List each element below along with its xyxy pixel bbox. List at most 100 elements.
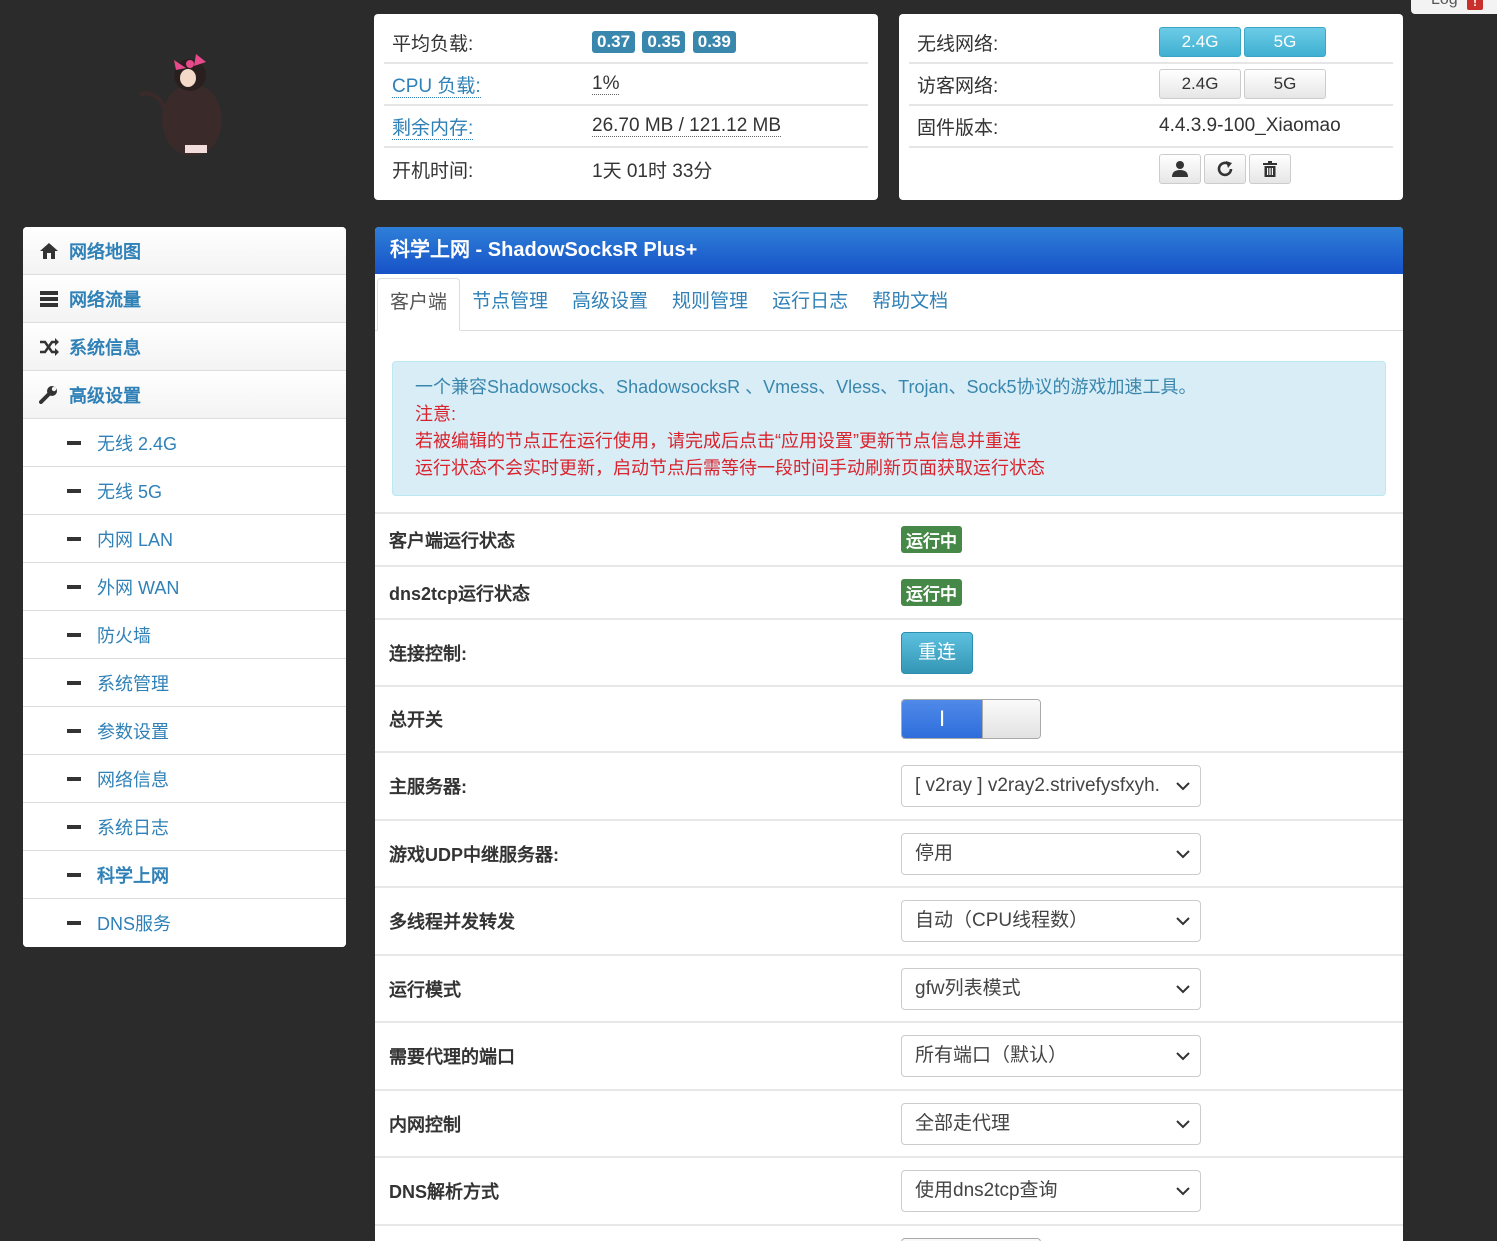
ports-label: 需要代理的端口 bbox=[389, 1047, 515, 1067]
server-icon bbox=[40, 290, 58, 307]
dash-icon bbox=[67, 728, 81, 733]
udp-value: 停用 bbox=[915, 842, 954, 864]
sidebar-item-wireless-5g[interactable]: 无线 5G bbox=[23, 467, 346, 515]
chevron-down-icon bbox=[1172, 766, 1194, 806]
ports-select[interactable]: 所有端口（默认） bbox=[901, 1035, 1201, 1077]
sidebar-item-traffic[interactable]: 网络流量 bbox=[23, 275, 346, 323]
load-15min: 0.39 bbox=[692, 31, 736, 53]
tab-rules[interactable]: 规则管理 bbox=[660, 278, 760, 331]
main-panel: 科学上网 - ShadowSocksR Plus+ 客户端 节点管理 高级设置 … bbox=[375, 227, 1403, 1241]
tab-nodes[interactable]: 节点管理 bbox=[460, 278, 560, 331]
wifi-5g-button[interactable]: 5G bbox=[1244, 27, 1326, 57]
firmware-row: 固件版本: 4.4.3.9-100_Xiaomao bbox=[909, 106, 1393, 148]
reconnect-button[interactable]: 重连 bbox=[901, 631, 973, 674]
mode-row: 运行模式 gfw列表模式 bbox=[375, 954, 1403, 1021]
tab-logs[interactable]: 运行日志 bbox=[760, 278, 860, 331]
tab-client[interactable]: 客户端 bbox=[377, 278, 461, 331]
dash-icon bbox=[67, 632, 81, 637]
memory-link[interactable]: 剩余内存: bbox=[392, 117, 474, 140]
server-row: 主服务器: [ v2ray ] v2ray2.strivefysfxyh. bbox=[375, 751, 1403, 819]
sidebar-item-label: DNS服务 bbox=[97, 914, 172, 934]
log-alert-badge: ! bbox=[1467, 0, 1483, 10]
sidebar-item-syslog[interactable]: 系统日志 bbox=[23, 803, 346, 851]
sidebar-item-label: 高级设置 bbox=[69, 385, 141, 406]
cpu-load-link[interactable]: CPU 负载: bbox=[392, 75, 481, 98]
sidebar-item-label: 网络流量 bbox=[69, 289, 141, 310]
sidebar-item-network-map[interactable]: 网络地图 bbox=[23, 227, 346, 275]
tab-advanced[interactable]: 高级设置 bbox=[560, 278, 660, 331]
chevron-down-icon bbox=[1172, 1036, 1194, 1076]
sidebar-item-advanced[interactable]: 高级设置 bbox=[23, 371, 346, 419]
cpu-row: CPU 负载: 1% bbox=[384, 64, 868, 106]
chevron-down-icon bbox=[1172, 833, 1194, 874]
guest-row: 访客网络: 2.4G 5G bbox=[909, 64, 1393, 106]
user-button[interactable] bbox=[1159, 154, 1201, 184]
dns-status-badge: 运行中 bbox=[901, 579, 962, 606]
clear-button[interactable] bbox=[1249, 154, 1291, 184]
sidebar: 网络地图 网络流量 系统信息 高级设置 无线 2.4G 无线 5G 内网 LAN… bbox=[23, 227, 346, 947]
server-label: 主服务器: bbox=[389, 777, 467, 797]
sidebar-item-lan[interactable]: 内网 LAN bbox=[23, 515, 346, 563]
lan-row: 内网控制 全部走代理 bbox=[375, 1089, 1403, 1156]
dash-icon bbox=[67, 488, 81, 493]
master-switch-toggle[interactable]: I bbox=[901, 699, 1041, 739]
log-button[interactable]: Log ! bbox=[1411, 0, 1497, 14]
sidebar-item-params[interactable]: 参数设置 bbox=[23, 707, 346, 755]
firmware-label: 固件版本: bbox=[917, 117, 999, 139]
lan-value: 全部走代理 bbox=[915, 1112, 1011, 1134]
sidebar-item-ssrplus[interactable]: 科学上网 bbox=[23, 851, 346, 899]
uptime-value: 1天 01时 33分 bbox=[592, 160, 713, 182]
chevron-down-icon bbox=[1172, 968, 1194, 1009]
ports-row: 需要代理的端口 所有端口（默认） bbox=[375, 1021, 1403, 1089]
master-switch-row: 总开关 I bbox=[375, 685, 1403, 751]
dash-icon bbox=[67, 440, 81, 445]
system-status-card: 平均负载: 0.37 0.35 0.39 CPU 负载: 1% 剩余内存: 26… bbox=[374, 14, 878, 200]
client-status-row: 客户端运行状态 运行中 bbox=[375, 512, 1403, 565]
mode-value: gfw列表模式 bbox=[915, 977, 1021, 999]
mode-select[interactable]: gfw列表模式 bbox=[901, 967, 1201, 1010]
user-icon bbox=[1172, 161, 1188, 177]
sidebar-item-wan[interactable]: 外网 WAN bbox=[23, 563, 346, 611]
server-value: [ v2ray ] v2ray2.strivefysfxyh. bbox=[915, 775, 1160, 796]
alert-description: 一个兼容Shadowsocks、ShadowsocksR 、Vmess、Vles… bbox=[415, 377, 1197, 397]
udp-row: 游戏UDP中继服务器: 停用 bbox=[375, 819, 1403, 886]
guest-2g-button[interactable]: 2.4G bbox=[1159, 69, 1241, 99]
sidebar-item-label: 系统管理 bbox=[97, 673, 169, 694]
load-row: 平均负载: 0.37 0.35 0.39 bbox=[384, 22, 868, 64]
reboot-button[interactable] bbox=[1204, 154, 1246, 184]
connection-row: 连接控制: 重连 bbox=[375, 618, 1403, 685]
wifi-2g-button[interactable]: 2.4G bbox=[1159, 27, 1241, 57]
lan-select[interactable]: 全部走代理 bbox=[901, 1102, 1201, 1145]
server-select[interactable]: [ v2ray ] v2ray2.strivefysfxyh. bbox=[901, 765, 1201, 807]
dns-value: 使用dns2tcp查询 bbox=[915, 1180, 1058, 1201]
dash-icon bbox=[67, 824, 81, 829]
logo bbox=[130, 40, 240, 160]
mode-label: 运行模式 bbox=[389, 979, 461, 1000]
dns-row: DNS解析方式 使用dns2tcp查询 bbox=[375, 1156, 1403, 1224]
sidebar-item-firewall[interactable]: 防火墙 bbox=[23, 611, 346, 659]
load-values: 0.37 0.35 0.39 bbox=[592, 31, 868, 53]
load-1min: 0.37 bbox=[592, 31, 636, 53]
dns-label: DNS解析方式 bbox=[389, 1182, 500, 1202]
tab-help[interactable]: 帮助文档 bbox=[860, 278, 960, 331]
sidebar-item-network-info[interactable]: 网络信息 bbox=[23, 755, 346, 803]
shuffle-icon bbox=[40, 337, 59, 356]
sidebar-item-label: 系统信息 bbox=[69, 337, 141, 358]
sidebar-item-system-info[interactable]: 系统信息 bbox=[23, 323, 346, 371]
home-icon bbox=[40, 242, 58, 259]
dns-select[interactable]: 使用dns2tcp查询 bbox=[901, 1170, 1201, 1212]
threads-value: 自动（CPU线程数） bbox=[915, 910, 1089, 931]
sidebar-item-label: 无线 5G bbox=[97, 481, 163, 502]
sidebar-item-admin[interactable]: 系统管理 bbox=[23, 659, 346, 707]
cpu-load-value: 1% bbox=[592, 73, 620, 95]
threads-select[interactable]: 自动（CPU线程数） bbox=[901, 900, 1201, 942]
chevron-down-icon bbox=[1172, 1103, 1194, 1144]
udp-select[interactable]: 停用 bbox=[901, 832, 1201, 875]
wrench-icon bbox=[39, 385, 57, 404]
sidebar-item-wireless-24g[interactable]: 无线 2.4G bbox=[23, 419, 346, 467]
client-status-label: 客户端运行状态 bbox=[389, 530, 515, 551]
actions-row bbox=[909, 148, 1393, 190]
sidebar-item-dns[interactable]: DNS服务 bbox=[23, 899, 346, 947]
guest-5g-button[interactable]: 5G bbox=[1244, 69, 1326, 99]
firmware-link[interactable]: 4.4.3.9-100_Xiaomao bbox=[1159, 115, 1393, 137]
